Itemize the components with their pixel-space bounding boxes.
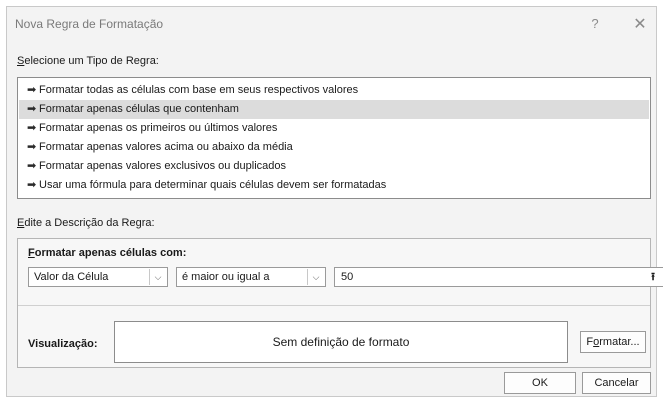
rule-type-item[interactable]: ➡ Formatar apenas os primeiros ou últimos… <box>19 119 649 138</box>
format-heading-accel: F <box>28 247 35 259</box>
new-formatting-rule-dialog: Nova Regra de Formatação ? ✕ Selecione u… <box>6 6 663 397</box>
rule-type-item-label: Formatar apenas os primeiros ou últimos … <box>39 122 278 134</box>
format-button[interactable]: Formatar... <box>580 331 646 353</box>
condition-type-select[interactable]: Valor da Célula ⌵ <box>28 267 168 287</box>
arrow-right-icon: ➡ <box>27 160 37 172</box>
dialog-title: Nova Regra de Formatação <box>15 17 164 31</box>
cancel-button[interactable]: Cancelar <box>582 372 651 394</box>
arrow-right-icon: ➡ <box>27 141 37 153</box>
chevron-down-icon[interactable]: ⌵ <box>149 269 166 285</box>
value-input[interactable]: 50 ⭱ <box>334 267 663 287</box>
rule-type-item[interactable]: ➡ Formatar apenas células que contenham <box>19 100 649 119</box>
divider <box>18 305 650 306</box>
rule-type-item[interactable]: ➡ Usar uma fórmula para determinar quais … <box>19 176 649 195</box>
rule-type-item-label: Formatar apenas valores exclusivos ou du… <box>39 160 287 172</box>
ok-button[interactable]: OK <box>504 372 576 394</box>
preview-text: Sem definição de formato <box>272 335 410 349</box>
arrow-right-icon: ➡ <box>27 179 37 191</box>
value-text: 50 <box>341 271 354 283</box>
chevron-down-icon[interactable]: ⌵ <box>307 269 324 285</box>
rule-type-label: Selecione um Tipo de Regra: <box>17 55 159 67</box>
close-icon[interactable]: ✕ <box>631 14 649 33</box>
rule-type-list[interactable]: ➡ Formatar todas as células com base em s… <box>17 77 651 199</box>
rule-description-label-text: dite a Descrição da Regra: <box>24 217 155 229</box>
rule-type-item-label: Formatar todas as células com base em se… <box>39 84 359 96</box>
rule-description-panel: Formatar apenas células com: Valor da Cé… <box>17 238 663 368</box>
rule-type-item[interactable]: ➡ Formatar todas as células com base em s… <box>19 81 649 100</box>
help-icon[interactable]: ? <box>587 16 603 32</box>
title-bar: Nova Regra de Formatação ? ✕ <box>7 7 656 41</box>
rule-type-item[interactable]: ➡ Formatar apenas valores acima ou abaixo… <box>19 138 649 157</box>
operator-select[interactable]: é maior ou igual a ⌵ <box>176 267 326 287</box>
rule-type-item-label: Usar uma fórmula para determinar quais c… <box>39 179 387 191</box>
collapse-dialog-icon[interactable]: ⭱ <box>646 270 660 284</box>
rule-description-label: Edite a Descrição da Regra: <box>17 217 155 229</box>
arrow-right-icon: ➡ <box>27 103 37 115</box>
condition-type-value: Valor da Célula <box>34 271 109 283</box>
arrow-right-icon: ➡ <box>27 84 37 96</box>
rule-type-item-label: Formatar apenas células que contenham <box>39 103 239 115</box>
arrow-right-icon: ➡ <box>27 122 37 134</box>
format-only-cells-heading: Formatar apenas células com: <box>28 247 186 259</box>
rule-type-item[interactable]: ➡ Formatar apenas valores exclusivos ou d… <box>19 157 649 176</box>
format-heading-text: ormatar apenas células com: <box>34 247 187 259</box>
preview-label: Visualização: <box>28 338 98 350</box>
format-button-post: rmatar... <box>599 336 640 348</box>
preview-box: Sem definição de formato <box>114 321 568 363</box>
rule-type-item-label: Formatar apenas valores acima ou abaixo … <box>39 141 293 153</box>
rule-type-label-text: elecione um Tipo de Regra: <box>24 55 159 67</box>
operator-value: é maior ou igual a <box>182 271 270 283</box>
